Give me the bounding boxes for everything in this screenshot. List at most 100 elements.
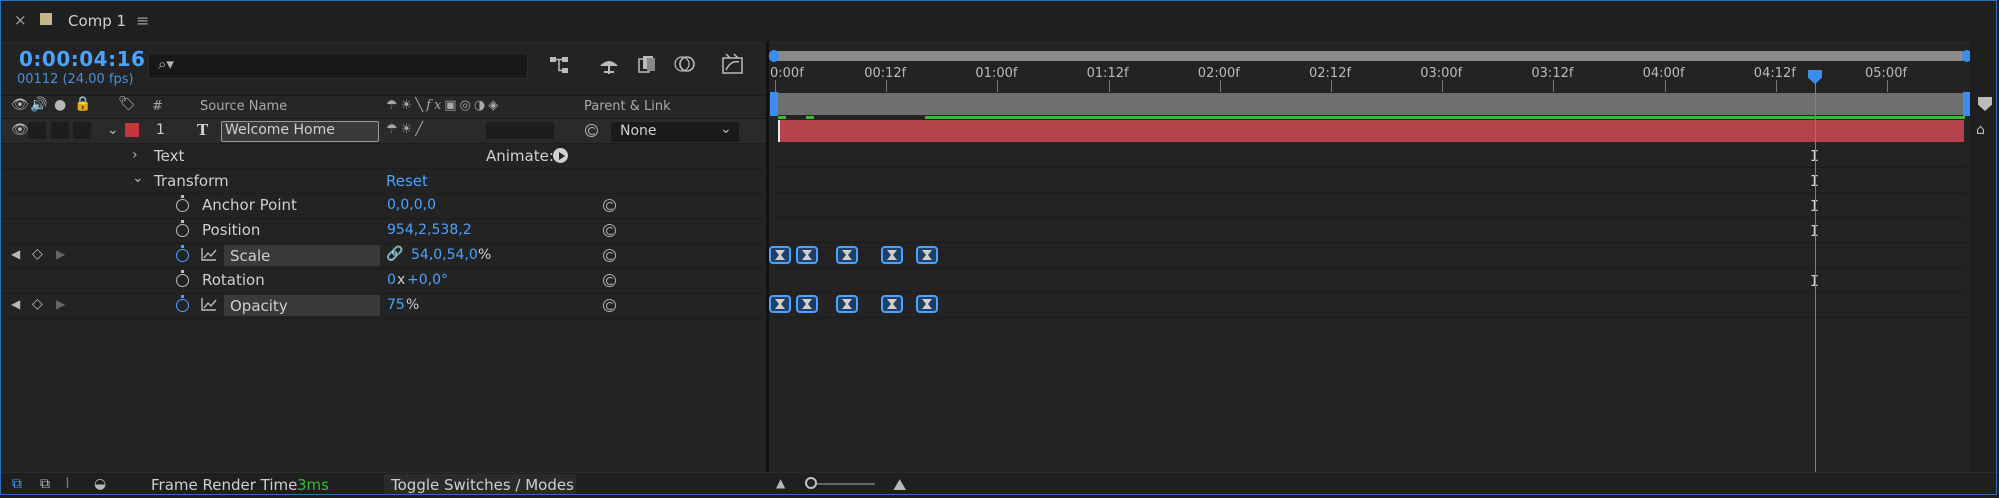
graph-editor-icon[interactable] (720, 52, 746, 76)
frame-blending-icon[interactable] (636, 53, 660, 75)
ruler-label: 03:12f (1531, 66, 1574, 81)
stopwatch-icon[interactable] (176, 195, 189, 212)
position-value[interactable]: 954,2,538,2 (387, 222, 472, 238)
parent-link-header[interactable]: Parent & Link (584, 99, 671, 114)
opacity-keyframe[interactable] (881, 295, 903, 313)
layer-label-color[interactable] (125, 123, 139, 137)
stopwatch-active-icon[interactable] (176, 295, 189, 312)
search-input[interactable] (148, 53, 528, 79)
render-time-toggle-icon[interactable]: ◒ (94, 476, 106, 492)
chevron-down-icon[interactable]: ⌄ (720, 121, 732, 137)
next-keyframe-icon[interactable]: ▶ (56, 297, 65, 311)
text-group-label[interactable]: Text (154, 147, 184, 165)
scale-keyframe[interactable] (881, 246, 903, 264)
scale-keyframe[interactable] (836, 246, 858, 264)
opacity-value[interactable]: 75 (387, 297, 405, 313)
solo-toggle-box[interactable] (51, 122, 69, 139)
layer-name[interactable]: Welcome Home (225, 122, 335, 138)
timeline-row-scale (773, 243, 1967, 268)
time-navigator-bar[interactable] (773, 51, 1967, 61)
graph-icon[interactable] (200, 246, 218, 262)
stopwatch-active-icon[interactable] (176, 245, 189, 262)
label-tag-icon[interactable]: 🏷 (118, 96, 136, 112)
parent-select-value[interactable]: None (620, 123, 657, 139)
stopwatch-icon[interactable] (176, 220, 189, 237)
graph-icon[interactable] (200, 296, 218, 312)
layer-duration-bar[interactable] (778, 120, 1964, 142)
rotation-turns-value[interactable]: 0 (387, 272, 396, 288)
pick-whip-icon[interactable] (603, 249, 616, 262)
position-row (0, 219, 766, 244)
ruler-tick (1108, 80, 1110, 92)
shy-layers-icon[interactable] (597, 54, 621, 76)
stopwatch-icon[interactable] (176, 270, 189, 287)
transform-group-label[interactable]: Transform (154, 172, 229, 190)
navigator-start-handle[interactable] (769, 50, 779, 62)
add-keyframe-icon[interactable]: ◇ (32, 296, 43, 312)
video-visibility-icon[interactable]: 👁 (11, 97, 29, 113)
current-time-indicator-line[interactable] (1815, 78, 1816, 472)
pick-whip-icon[interactable] (603, 224, 616, 237)
motion-blur-icon[interactable] (672, 53, 698, 75)
chevron-down-icon[interactable]: ⌄ (107, 122, 119, 138)
zoom-slider-track[interactable] (810, 483, 875, 485)
current-time-indicator-head[interactable] (1808, 70, 1822, 84)
scale-keyframe[interactable] (916, 246, 938, 264)
work-area-bar[interactable] (773, 93, 1967, 115)
pick-whip-icon[interactable] (603, 299, 616, 312)
layer-visibility-icon[interactable]: 👁 (11, 122, 29, 138)
comp-tab-title[interactable]: Comp 1 (68, 12, 126, 30)
anchor-point-row (0, 194, 766, 219)
prev-keyframe-icon[interactable]: ◀ (11, 297, 20, 311)
solo-icon[interactable]: ● (54, 97, 66, 113)
pick-whip-icon[interactable] (603, 274, 616, 287)
constrain-proportions-link-icon[interactable]: 🔗 (386, 246, 403, 262)
scale-keyframe[interactable] (796, 246, 818, 264)
comp-button-icon[interactable]: ⌂ (1976, 122, 1985, 138)
pick-whip-icon[interactable] (603, 199, 616, 212)
rotation-degrees-value[interactable]: +0,0° (407, 272, 448, 288)
current-timecode[interactable]: 0:00:04:16 (19, 47, 145, 71)
panel-menu-icon[interactable]: ≡ (136, 11, 149, 30)
scale-unit: % (478, 247, 492, 263)
opacity-keyframe[interactable] (796, 295, 818, 313)
transfer-controls-toggle-icon[interactable]: ⧉ (40, 476, 50, 492)
layer-in-point[interactable] (778, 120, 780, 142)
search-icon[interactable]: ⌕▾ (158, 55, 174, 73)
in-out-stretch-toggle-icon[interactable]: ⦚ (66, 476, 69, 492)
close-tab-icon[interactable]: × (14, 11, 27, 29)
opacity-row (0, 294, 766, 319)
audio-icon[interactable]: 🔊 (30, 97, 47, 113)
scale-value[interactable]: 54,0,54,0 (411, 247, 478, 263)
source-name-header[interactable]: Source Name (200, 99, 287, 114)
cache-indicator (925, 116, 1965, 119)
opacity-keyframe[interactable] (916, 295, 938, 313)
lock-toggle-box[interactable] (73, 122, 91, 139)
pick-whip-icon[interactable] (585, 124, 598, 137)
opacity-keyframe[interactable] (836, 295, 858, 313)
composition-mini-flowchart-icon[interactable] (548, 54, 574, 76)
cache-indicator (806, 116, 814, 119)
switches-header-icons: ☂☀╲fx▣◎◑◈ (386, 98, 502, 113)
toggle-switches-modes-label[interactable]: Toggle Switches / Modes (391, 476, 574, 494)
anchor-point-value[interactable]: 0,0,0,0 (387, 197, 436, 213)
zoom-out-icon[interactable]: ▲ (776, 476, 785, 490)
layer-switches-toggle-icon[interactable]: ⧉ (12, 476, 22, 492)
zoom-in-icon[interactable]: ⛰ (893, 475, 906, 495)
reset-link[interactable]: Reset (386, 172, 428, 190)
scale-keyframe[interactable] (769, 246, 791, 264)
work-area-start-handle[interactable] (770, 92, 778, 116)
prev-keyframe-icon[interactable]: ◀ (11, 247, 20, 261)
next-keyframe-icon[interactable]: ▶ (56, 247, 65, 261)
audio-toggle-box[interactable] (28, 122, 46, 139)
layer-switch-boxes[interactable] (486, 122, 554, 139)
layer-switches[interactable]: ☂☀╱ (386, 122, 426, 137)
chevron-down-icon[interactable]: ⌄ (132, 170, 144, 186)
add-keyframe-icon[interactable]: ◇ (32, 246, 43, 262)
opacity-keyframe[interactable] (769, 295, 791, 313)
ruler-label: 01:12f (1086, 66, 1129, 81)
chevron-right-icon[interactable]: › (132, 147, 138, 163)
lock-icon[interactable]: 🔒 (74, 96, 91, 112)
animate-label[interactable]: Animate: (486, 147, 554, 165)
zoom-slider-knob[interactable] (805, 477, 817, 489)
